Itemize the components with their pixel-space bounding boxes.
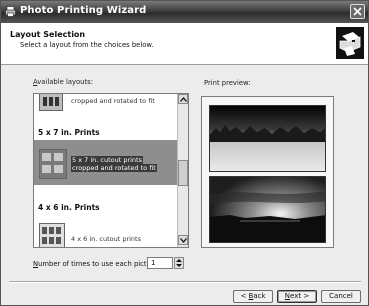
layout-group-heading: 4 x 6 in. Prints xyxy=(38,203,100,212)
cancel-button[interactable]: Cancel xyxy=(321,290,361,303)
layout-thumbnail[interactable] xyxy=(39,94,63,111)
printer-icon xyxy=(5,6,16,17)
preview-photo-bottom xyxy=(209,176,326,243)
preview-photo-top xyxy=(209,105,326,172)
title-bar[interactable]: Photo Printing Wizard xyxy=(1,1,368,23)
print-preview xyxy=(201,96,334,248)
scroll-up-button[interactable] xyxy=(178,94,188,104)
layout-thumbnail[interactable] xyxy=(39,149,67,179)
page-title: Layout Selection xyxy=(10,30,86,39)
stepper-up-icon xyxy=(176,259,182,262)
selected-layout-line2: cropped and rotated to fit xyxy=(71,164,157,172)
printer-wizard-icon xyxy=(336,27,364,59)
copies-input[interactable]: 1 xyxy=(147,257,173,269)
back-button[interactable]: < Back xyxy=(233,290,273,303)
scroll-thumb[interactable] xyxy=(178,160,188,186)
layouts-list[interactable]: cropped and rotated to fit 5 x 7 in. Pri… xyxy=(33,93,189,248)
footer-separator xyxy=(9,281,361,283)
print-preview-label: Print preview: xyxy=(204,79,251,87)
scroll-down-button[interactable] xyxy=(178,235,188,245)
layout-group-heading: 5 x 7 in. Prints xyxy=(38,128,100,137)
next-button[interactable]: Next > xyxy=(277,290,317,303)
copies-label: Number of times to use each picture: xyxy=(33,260,160,268)
chevron-down-icon xyxy=(180,238,187,243)
layout-item-description[interactable]: 4 x 6 in. cutout prints xyxy=(71,235,141,243)
layout-item-description[interactable]: cropped and rotated to fit xyxy=(71,97,155,105)
available-layouts-label: Available layouts: xyxy=(33,78,93,86)
page-subtitle: Select a layout from the choices below. xyxy=(20,41,154,49)
layout-thumbnail[interactable] xyxy=(39,223,65,247)
photo-printing-wizard-window: Photo Printing Wizard Layout Selection S… xyxy=(0,0,369,306)
close-button[interactable] xyxy=(350,4,365,19)
layouts-list-items: cropped and rotated to fit 5 x 7 in. Pri… xyxy=(34,94,177,247)
wizard-header: Layout Selection Select a layout from th… xyxy=(1,23,368,65)
window-title: Photo Printing Wizard xyxy=(20,5,147,16)
copies-stepper[interactable] xyxy=(174,257,184,269)
close-icon xyxy=(353,7,362,16)
chevron-up-icon xyxy=(180,97,187,102)
selected-layout-line1: 5 x 7 in. cutout prints xyxy=(71,156,143,164)
stepper-down-icon xyxy=(176,264,182,267)
layouts-scrollbar[interactable] xyxy=(177,94,188,247)
